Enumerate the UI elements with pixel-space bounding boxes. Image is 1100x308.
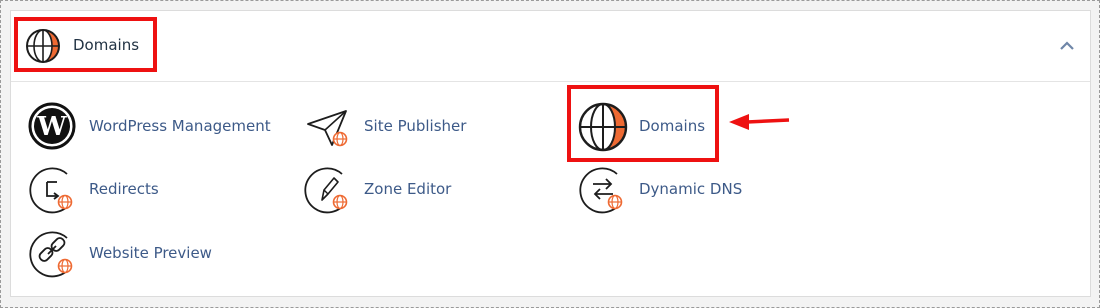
zone-editor-icon bbox=[302, 162, 356, 216]
tool-label[interactable]: WordPress Management bbox=[89, 117, 271, 135]
wordpress-icon: W bbox=[27, 99, 81, 153]
tool-label[interactable]: Website Preview bbox=[89, 244, 212, 262]
globe-icon bbox=[577, 99, 631, 153]
tool-redirects[interactable]: Redirects bbox=[27, 162, 227, 220]
svg-text:W: W bbox=[36, 112, 67, 142]
domains-panel: Domains W WordPress Management Site Publ… bbox=[10, 10, 1091, 297]
link-icon bbox=[27, 226, 81, 280]
dynamic-dns-icon bbox=[577, 162, 631, 216]
tool-label[interactable]: Zone Editor bbox=[364, 180, 451, 198]
tool-site-publisher[interactable]: Site Publisher bbox=[302, 99, 502, 157]
tool-zone-editor[interactable]: Zone Editor bbox=[302, 162, 502, 220]
redirect-icon bbox=[27, 162, 81, 216]
tool-domains[interactable]: Domains bbox=[577, 99, 727, 157]
panel-header[interactable]: Domains bbox=[11, 11, 1090, 82]
section-title: Domains bbox=[73, 36, 140, 54]
globe-icon bbox=[25, 28, 61, 64]
tool-label[interactable]: Redirects bbox=[89, 180, 159, 198]
tool-label[interactable]: Domains bbox=[639, 117, 705, 135]
annotation-arrow bbox=[727, 111, 791, 133]
tool-website-preview[interactable]: Website Preview bbox=[27, 226, 247, 284]
tool-dynamic-dns[interactable]: Dynamic DNS bbox=[577, 162, 777, 220]
chevron-up-icon[interactable] bbox=[1058, 37, 1076, 55]
tool-label[interactable]: Site Publisher bbox=[364, 117, 466, 135]
tool-wordpress-management[interactable]: W WordPress Management bbox=[27, 99, 287, 157]
tool-label[interactable]: Dynamic DNS bbox=[639, 180, 742, 198]
paper-plane-icon bbox=[302, 99, 356, 153]
